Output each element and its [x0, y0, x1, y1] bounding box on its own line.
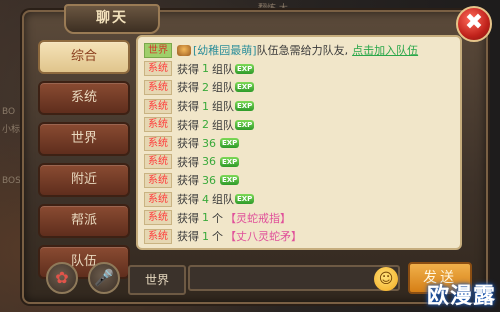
message-list[interactable]: 世界 [幼稚园最萌] 队伍急需给力队友, 点击加入队伍 系统 获得 1 组队 E… — [136, 35, 462, 250]
message-row: 系统 获得 36 EXP — [144, 153, 454, 172]
channel-badge: 系统 — [144, 228, 172, 244]
item-link[interactable]: 【灵蛇戒指】 — [225, 210, 291, 226]
message-text: 获得 — [177, 193, 199, 207]
unit: 组队 — [212, 193, 234, 207]
channel-badge: 系统 — [144, 98, 172, 114]
message-text: 获得 — [177, 230, 199, 244]
emoji-icon[interactable]: ☺ — [374, 267, 398, 291]
message-row: 系统 获得 2 组队 EXP — [144, 78, 454, 97]
message-text: 获得 — [177, 137, 199, 151]
channel-select[interactable]: 世界 — [128, 265, 186, 295]
tab-system[interactable]: 系统 — [38, 81, 130, 115]
item-link[interactable]: 【丈八灵蛇矛】 — [225, 228, 302, 244]
microphone-icon[interactable]: 🎤 — [88, 262, 120, 294]
message-text: 队伍急需给力队友, — [256, 44, 349, 58]
message-row: 系统 获得 4 组队 EXP — [144, 190, 454, 209]
message-row: 世界 [幼稚园最萌] 队伍急需给力队友, 点击加入队伍 — [144, 41, 454, 60]
channel-badge: 系统 — [144, 117, 172, 133]
message-text: 获得 — [177, 155, 199, 169]
exp-icon: EXP — [220, 175, 240, 186]
amount: 1 — [202, 99, 209, 113]
message-row: 系统 获得 1 个 【灵蛇戒指】 — [144, 208, 454, 227]
amount: 2 — [202, 80, 209, 94]
channel-tabs: 综合 系统 世界 附近 帮派 队伍 — [38, 40, 130, 286]
tab-all[interactable]: 综合 — [38, 40, 130, 74]
exp-icon: EXP — [235, 82, 255, 93]
channel-badge: 系统 — [144, 172, 172, 188]
join-team-link[interactable]: 点击加入队伍 — [352, 42, 418, 58]
amount: 1 — [202, 62, 209, 76]
tab-world[interactable]: 世界 — [38, 122, 130, 156]
message-row: 系统 获得 36 EXP — [144, 171, 454, 190]
amount: 1 — [202, 211, 209, 225]
chat-panel: 聊天 ✖ 综合 系统 世界 附近 帮派 队伍 世界 [幼稚园最萌] 队伍急需给力… — [22, 4, 492, 304]
channel-badge: 世界 — [144, 42, 172, 58]
message-text: 获得 — [177, 62, 199, 76]
unit: 个 — [212, 230, 223, 244]
exp-icon: EXP — [235, 101, 255, 112]
amount: 36 — [202, 155, 216, 169]
message-text: 获得 — [177, 81, 199, 95]
chat-input-bar: ✿ 🎤 世界 ☺ 发送 — [36, 259, 474, 295]
channel-badge: 系统 — [144, 135, 172, 151]
unit: 组队 — [212, 118, 234, 132]
message-row: 系统 获得 2 组队 EXP — [144, 115, 454, 134]
amount: 4 — [202, 192, 209, 206]
message-row: 系统 获得 1 组队 EXP — [144, 97, 454, 116]
amount: 2 — [202, 118, 209, 132]
amount: 1 — [202, 229, 209, 243]
channel-badge: 系统 — [144, 79, 172, 95]
message-text: 获得 — [177, 211, 199, 225]
speaker-name[interactable]: [幼稚园最萌] — [193, 42, 257, 58]
tab-guild[interactable]: 帮派 — [38, 204, 130, 238]
bag-icon[interactable]: ✿ — [46, 262, 78, 294]
tab-nearby[interactable]: 附近 — [38, 163, 130, 197]
message-row: 系统 获得 36 EXP — [144, 134, 454, 153]
channel-badge: 系统 — [144, 61, 172, 77]
message-text: 获得 — [177, 118, 199, 132]
message-text: 获得 — [177, 100, 199, 114]
scene-label: 小标 — [2, 125, 21, 135]
unit: 个 — [212, 211, 223, 225]
channel-badge: 系统 — [144, 191, 172, 207]
exp-icon: EXP — [220, 156, 240, 167]
unit: 组队 — [212, 100, 234, 114]
unit: 组队 — [212, 62, 234, 76]
message-row: 系统 获得 1 个 【丈八灵蛇矛】 — [144, 227, 454, 246]
message-text: 获得 — [177, 174, 199, 188]
exp-icon: EXP — [220, 138, 240, 149]
close-button[interactable]: ✖ — [456, 6, 492, 42]
exp-icon: EXP — [235, 119, 255, 130]
chat-input[interactable] — [188, 265, 400, 291]
exp-icon: EXP — [235, 63, 255, 74]
channel-badge: 系统 — [144, 210, 172, 226]
unit: 组队 — [212, 81, 234, 95]
scene-label: BOS — [2, 176, 21, 186]
amount: 36 — [202, 136, 216, 150]
message-row: 系统 获得 1 组队 EXP — [144, 60, 454, 79]
amount: 36 — [202, 173, 216, 187]
channel-badge: 系统 — [144, 154, 172, 170]
exp-icon: EXP — [235, 194, 255, 205]
watermark: 欧漫露 — [426, 284, 496, 309]
panel-title: 聊天 — [64, 4, 160, 34]
player-avatar-icon — [177, 44, 191, 56]
scene-label: BO — [2, 107, 16, 117]
